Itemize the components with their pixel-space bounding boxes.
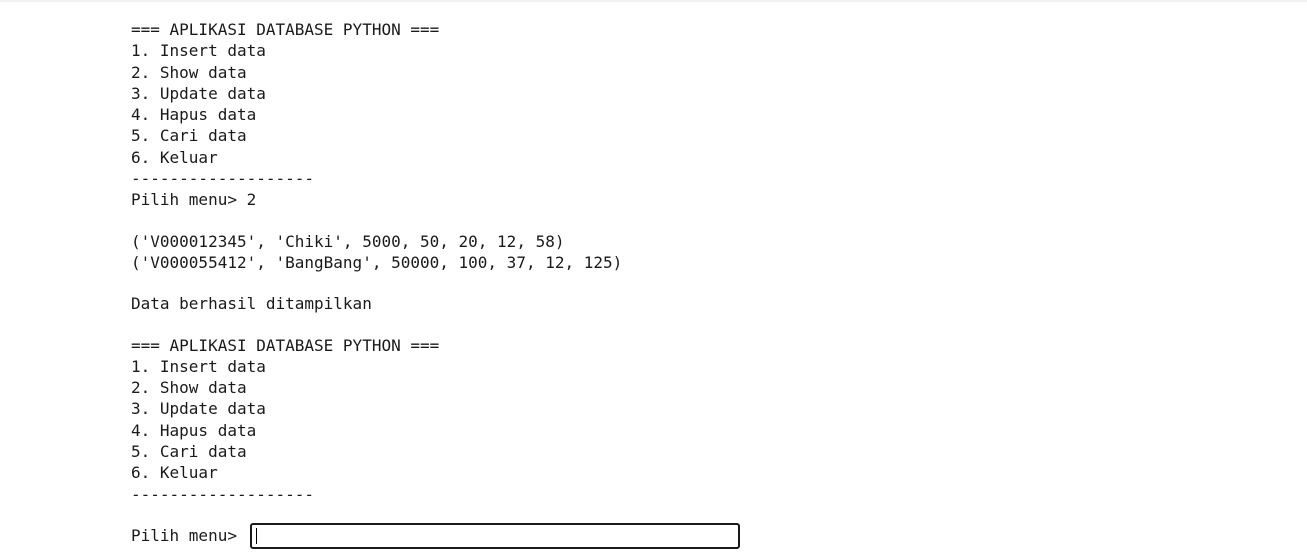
menu-item-update: 3. Update data: [131, 83, 266, 103]
app-title: === APLIKASI DATABASE PYTHON ===: [131, 335, 440, 355]
prompt-history: Pilih menu> 2: [131, 190, 257, 210]
menu-item-insert: 1. Insert data: [131, 356, 266, 376]
menu-item-cari: 5. Cari data: [131, 126, 247, 146]
menu-item-insert: 1. Insert data: [131, 41, 266, 61]
menu-item-hapus: 4. Hapus data: [131, 105, 257, 125]
menu-divider: -------------------: [131, 169, 315, 189]
menu-item-hapus: 4. Hapus data: [131, 420, 257, 440]
result-row: ('V000055412', 'BangBang', 50000, 100, 3…: [131, 252, 623, 272]
menu-input[interactable]: [257, 525, 734, 547]
menu-input-box[interactable]: [249, 523, 740, 549]
menu-item-show: 2. Show data: [131, 62, 247, 82]
result-row: ('V000012345', 'Chiki', 5000, 50, 20, 12…: [131, 231, 565, 251]
menu-item-keluar: 6. Keluar: [131, 463, 218, 483]
prompt-label: Pilih menu>: [131, 526, 237, 545]
app-title: === APLIKASI DATABASE PYTHON ===: [131, 20, 440, 39]
menu-item-show: 2. Show data: [131, 378, 247, 398]
console-output: === APLIKASI DATABASE PYTHON === 1. Inse…: [131, 19, 1281, 505]
menu-item-update: 3. Update data: [131, 399, 266, 419]
status-message: Data berhasil ditampilkan: [131, 294, 372, 314]
top-border: [0, 0, 1307, 2]
menu-item-keluar: 6. Keluar: [131, 147, 218, 167]
menu-item-cari: 5. Cari data: [131, 442, 247, 462]
text-caret: [255, 528, 257, 544]
menu-divider: -------------------: [131, 484, 315, 504]
input-prompt-row: Pilih menu>: [131, 523, 740, 549]
